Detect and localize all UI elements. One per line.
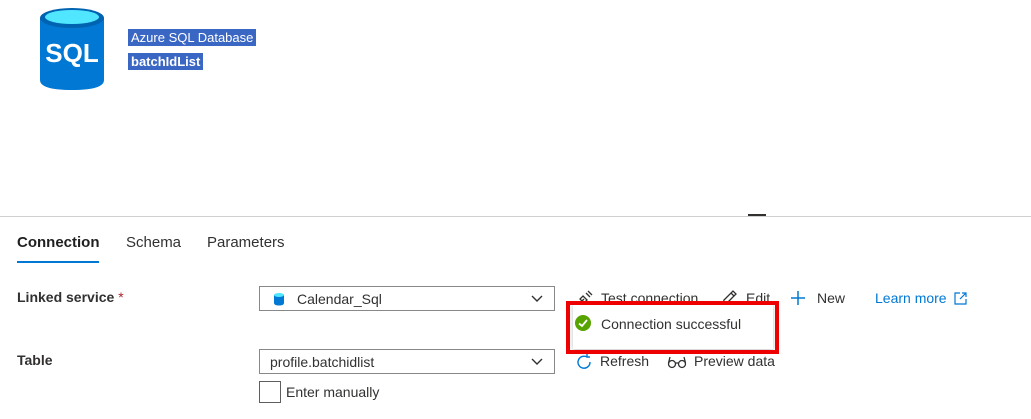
panel-splitter (0, 216, 1031, 217)
active-tab-indicator (17, 261, 99, 263)
dataset-name[interactable]: batchIdList (128, 53, 204, 70)
linked-service-value: Calendar_Sql (297, 291, 382, 307)
table-label: Table (17, 352, 53, 368)
annotation-highlight-box (566, 301, 779, 354)
preview-data-button[interactable]: Preview data (694, 353, 775, 369)
preview-glasses-icon (667, 356, 687, 369)
dataset-type: Azure SQL Database (128, 29, 257, 46)
plus-icon (791, 291, 805, 305)
splitter-handle[interactable] (748, 214, 766, 216)
sql-database-icon: SQL (40, 8, 104, 90)
sql-icon-text: SQL (45, 38, 99, 68)
refresh-icon (577, 354, 591, 369)
table-dropdown[interactable]: profile.batchidlist (259, 349, 555, 374)
linked-service-dropdown[interactable]: Calendar_Sql (259, 286, 555, 311)
external-link-icon (954, 292, 968, 305)
chevron-down-icon (531, 358, 543, 365)
tab-schema[interactable]: Schema (126, 234, 181, 251)
chevron-down-icon (531, 295, 543, 302)
refresh-button[interactable]: Refresh (600, 353, 649, 369)
required-marker: * (118, 289, 124, 305)
enter-manually-label: Enter manually (286, 384, 380, 400)
table-value: profile.batchidlist (270, 354, 375, 370)
tab-parameters[interactable]: Parameters (207, 234, 285, 251)
learn-more-link[interactable]: Learn more (875, 290, 968, 306)
linked-service-label: Linked service * (17, 289, 124, 305)
tab-connection[interactable]: Connection (17, 234, 100, 251)
sql-database-small-icon (274, 293, 284, 306)
new-button[interactable]: New (817, 290, 845, 306)
enter-manually-checkbox[interactable] (259, 381, 281, 403)
